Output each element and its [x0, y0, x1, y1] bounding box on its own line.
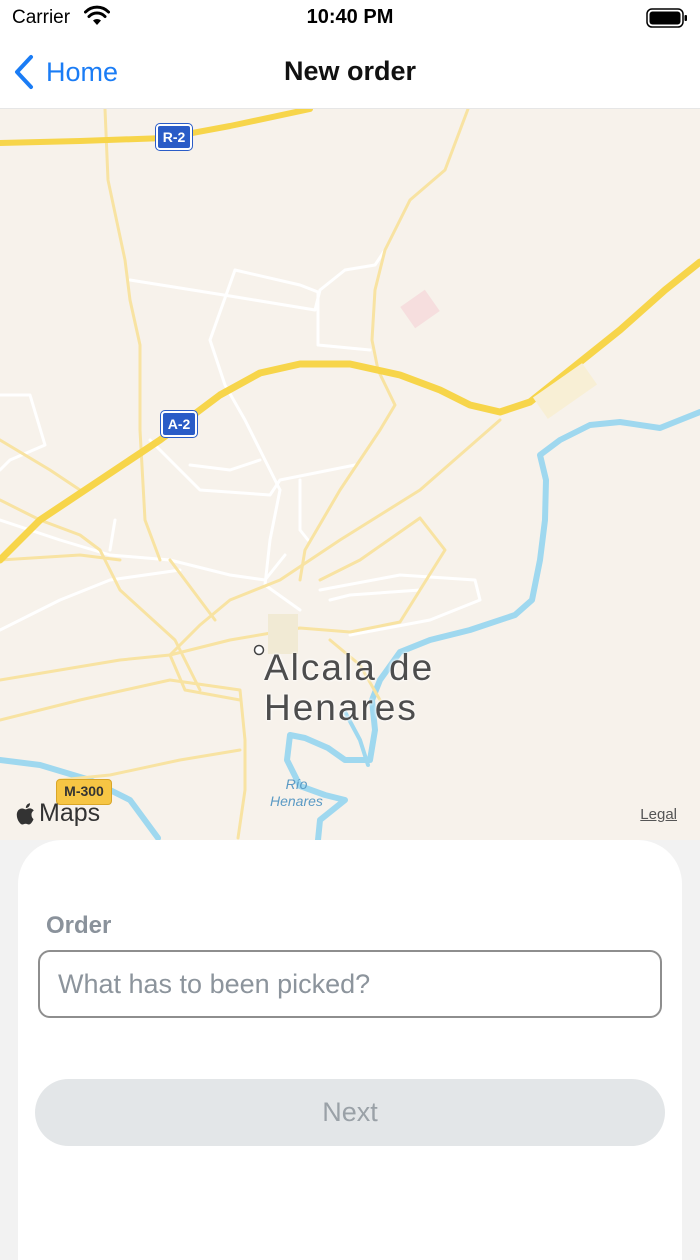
navigation-bar: Home New order [0, 36, 700, 109]
status-time: 10:40 PM [306, 6, 394, 28]
legal-link[interactable]: Legal [640, 806, 677, 823]
map-view[interactable]: R-2 A-2 M-300 Alcala de Henares Río Hena… [0, 109, 700, 840]
map-roads [0, 109, 700, 840]
next-button[interactable]: Next [35, 1079, 665, 1146]
status-bar: Carrier 10:40 PM [0, 0, 700, 36]
road-shield-r2: R-2 [156, 124, 192, 150]
battery-icon [646, 8, 687, 28]
river-label: Río Henares [270, 776, 323, 809]
city-label: Alcala de Henares [264, 647, 435, 728]
maps-attribution: Maps [16, 799, 100, 828]
order-sheet [18, 840, 682, 1260]
order-input[interactable] [38, 950, 662, 1018]
maps-attribution-label: Maps [39, 799, 101, 827]
page-title: New order [283, 56, 417, 86]
order-field-label: Order [46, 912, 112, 939]
road-shield-a2: A-2 [161, 411, 197, 437]
apple-icon [16, 802, 34, 825]
